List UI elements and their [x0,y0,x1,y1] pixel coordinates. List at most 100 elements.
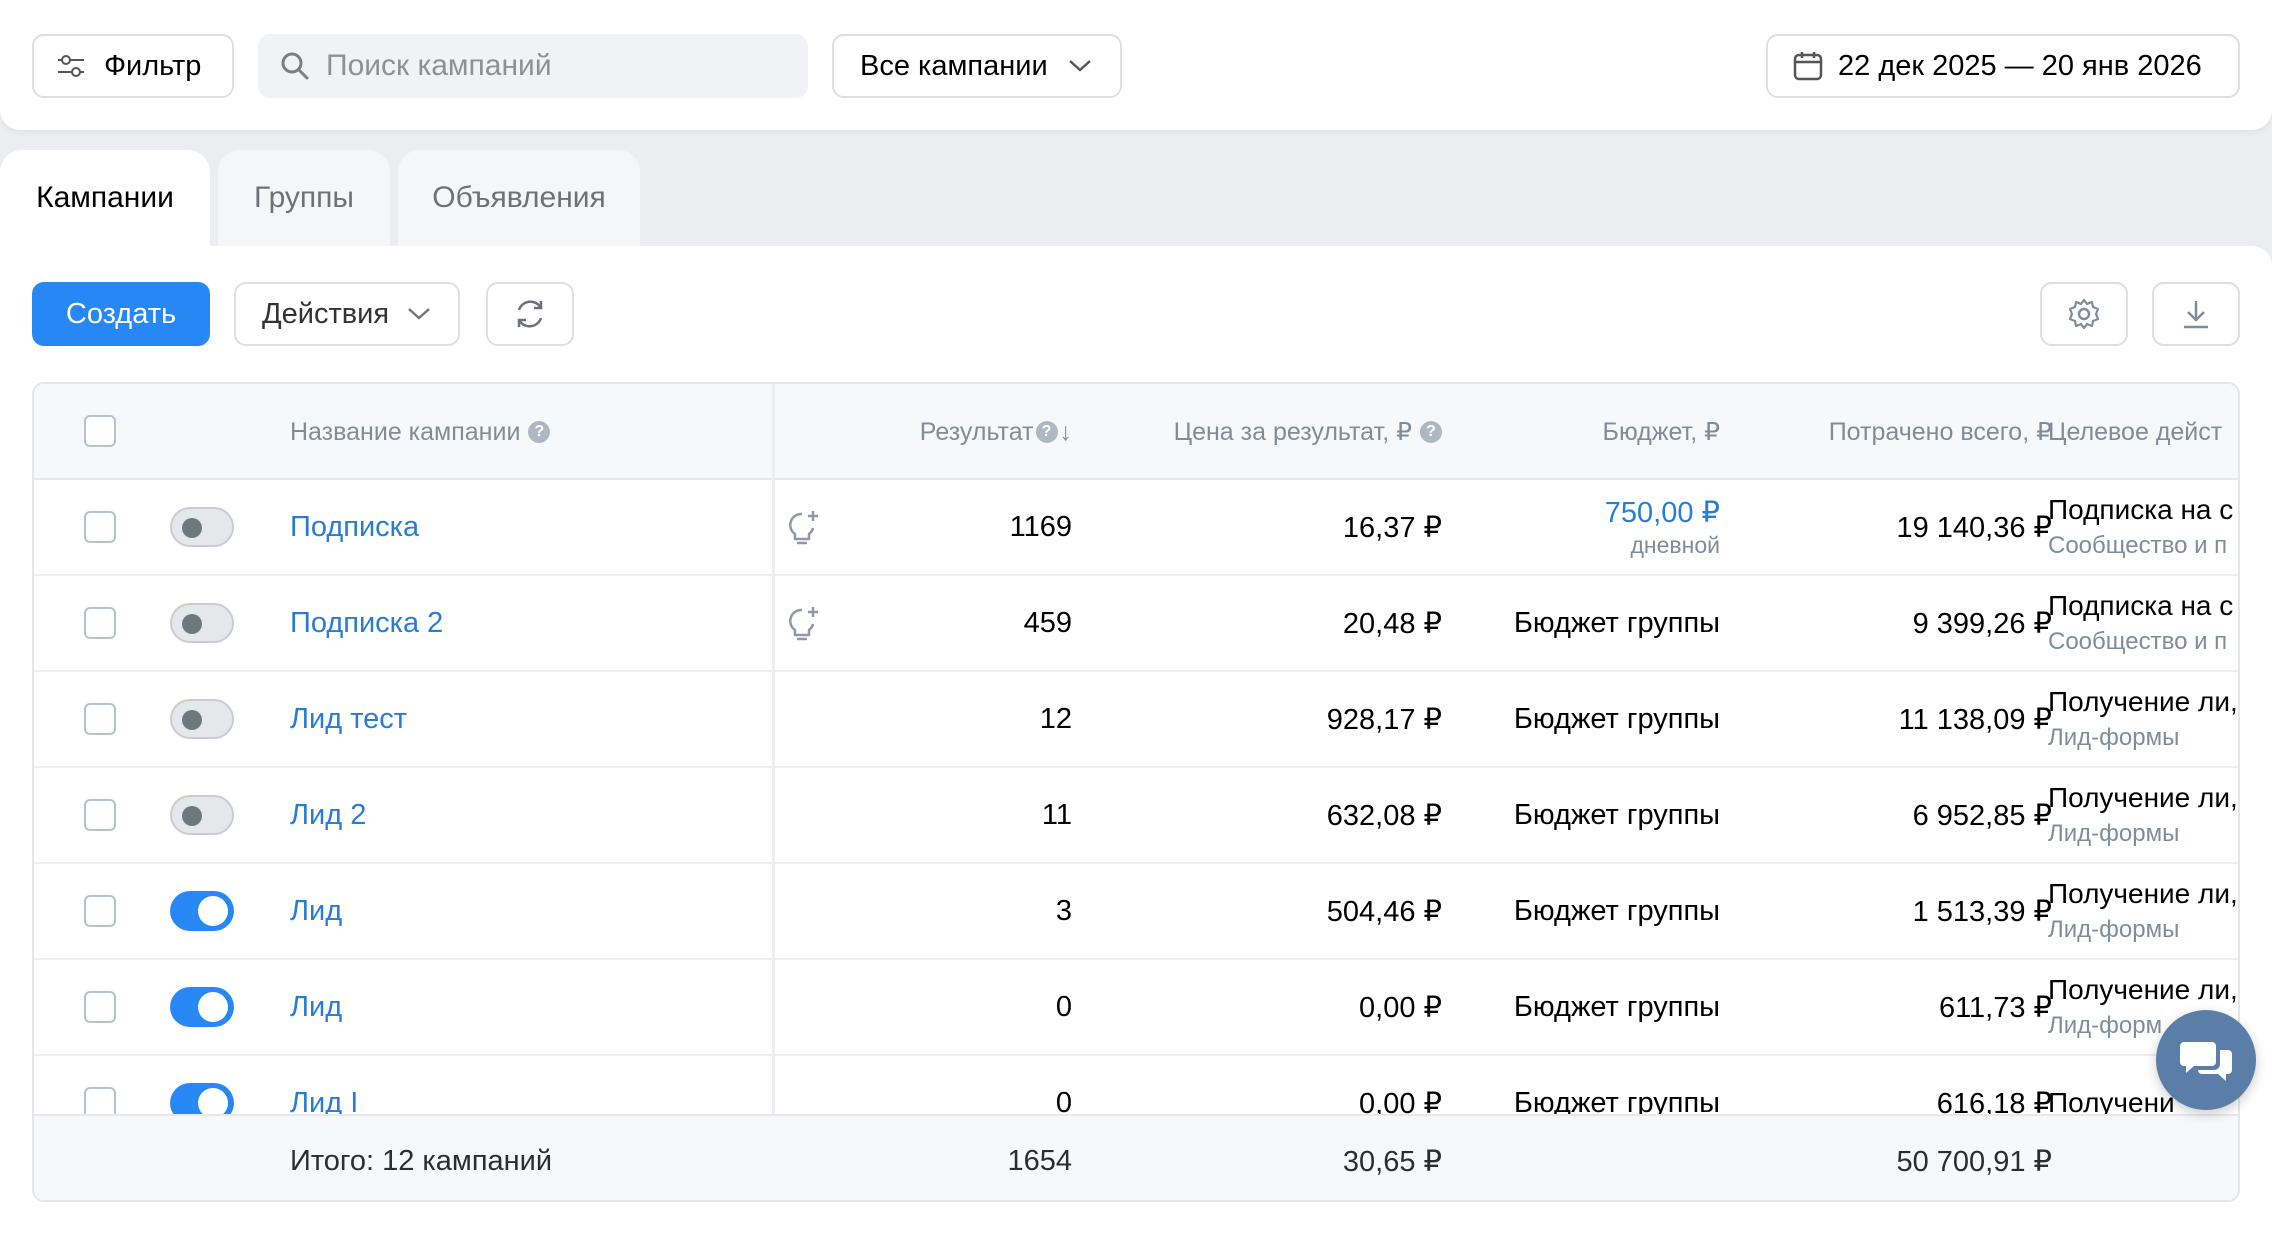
table-row[interactable]: Лид тест 12 928,17 ₽ Бюджет группы 11 138,09… [34,672,2238,768]
result-value: 459 [1023,606,1072,639]
target-action: Подписка на с Сообщество и п [2048,494,2234,559]
spent-value: 1 513,39 ₽ [1912,895,2052,928]
campaign-name-link[interactable]: Подписка [290,480,419,574]
result-value: 12 [1039,702,1072,735]
settings-button[interactable] [2040,282,2128,346]
campaign-name-link[interactable]: Лид [290,960,342,1054]
spent-value: 611,73 ₽ [1938,991,2052,1024]
chevron-down-icon [1068,60,1091,72]
header-budget[interactable]: Бюджет, ₽ [1454,384,1720,480]
campaign-name-link[interactable]: Лид тест [290,672,407,766]
cost-value: 504,46 ₽ [1326,895,1442,928]
spent-value: 9 399,26 ₽ [1912,607,2052,640]
result-value: 11 [1041,798,1072,831]
spent-value: 11 138,09 ₽ [1898,703,2052,736]
table-footer: Итого: 12 кампаний 1654 30,65 ₽ 50 700,9… [34,1114,2238,1200]
campaign-select[interactable]: Все кампании [832,34,1122,98]
campaign-toggle[interactable] [170,987,234,1027]
target-action: Получение ли, Лид-формы [2048,782,2238,847]
help-icon[interactable]: ? [1420,421,1442,443]
help-icon[interactable]: ? [1035,421,1058,443]
date-range-value: 22 дек 2025 — 20 янв 2026 [1838,49,2202,82]
tab-groups[interactable]: Группы [218,150,390,246]
download-icon [2184,301,2208,329]
total-spent: 50 700,91 ₽ [1896,1145,2052,1178]
select-all-checkbox[interactable] [84,415,116,447]
campaign-select-value: Все кампании [860,49,1048,82]
table-row[interactable]: Подписка 2 459 20,48 ₽ Бюджет группы 9 399,2… [34,576,2238,672]
budget-value: Бюджет группы [1513,606,1720,639]
row-checkbox[interactable] [84,703,116,735]
sort-down-arrow-icon: ↓ [1059,417,1073,446]
target-action: Получение ли, Лид-формы [2048,878,2238,943]
header-target-action[interactable]: Целевое дейст [2048,384,2238,480]
campaign-name-link[interactable]: Подписка 2 [290,576,443,670]
filter-button[interactable]: Фильтр [32,34,234,98]
table-row[interactable]: Лид 2 11 632,08 ₽ Бюджет группы 6 952,85 ₽ По… [34,768,2238,864]
target-action: Получение ли, Лид-формы [2048,686,2238,751]
tab-campaigns[interactable]: Кампании [0,150,210,246]
campaign-toggle[interactable] [170,507,234,547]
campaign-toggle[interactable] [170,795,234,835]
total-result: 1654 [1007,1144,1072,1177]
header-spent[interactable]: Потрачено всего, ₽ [1734,384,2052,480]
row-checkbox[interactable] [84,991,116,1023]
calendar-icon [1793,52,1823,81]
refresh-icon [517,300,543,328]
chevron-down-icon [408,308,430,320]
chat-bubbles-icon [2180,1042,2232,1081]
row-checkbox[interactable] [84,799,116,831]
tab-ads[interactable]: Объявления [398,150,640,246]
date-range-picker[interactable]: 22 дек 2025 — 20 янв 2026 [1766,34,2240,98]
result-value: 1169 [1009,510,1072,543]
budget-value: Бюджет группы [1513,990,1720,1023]
campaign-toggle[interactable] [170,699,234,739]
campaign-toggle[interactable] [170,891,234,931]
campaign-name-link[interactable]: Лид 2 [290,768,366,862]
gear-icon [2068,298,2100,330]
total-cost: 30,65 ₽ [1342,1145,1442,1178]
search-icon [281,52,309,80]
create-button[interactable]: Создать [32,282,210,346]
chat-button[interactable] [2156,1010,2256,1110]
target-action: Подписка на с Сообщество и п [2048,590,2234,655]
top-bar: Фильтр Все кампании 22 дек 2025 — 20 янв… [0,0,2272,130]
table-row[interactable]: Подписка 1169 16,37 ₽ 750,00 ₽ дневной 19 140… [34,480,2238,576]
search-input[interactable] [326,49,786,83]
header-campaign-name[interactable]: Название кампании ? [290,384,551,480]
actions-label: Действия [262,297,390,330]
cost-value: 16,37 ₽ [1342,511,1442,544]
result-value: 3 [1055,894,1072,927]
actions-dropdown[interactable]: Действия [234,282,460,346]
spent-value: 19 140,36 ₽ [1896,511,2052,544]
budget-value: Бюджет группы [1513,798,1720,831]
spent-value: 6 952,85 ₽ [1912,799,2052,832]
cost-value: 928,17 ₽ [1326,703,1442,736]
search-box[interactable] [258,34,808,98]
campaigns-table: Название кампании ? Результат ? ↓ Цена з… [32,382,2240,1202]
result-value: 0 [1055,990,1072,1023]
help-icon[interactable]: ? [528,421,551,443]
budget-value: Бюджет группы [1513,702,1720,735]
filter-label: Фильтр [104,49,202,82]
table-header: Название кампании ? Результат ? ↓ Цена з… [34,384,2238,480]
row-checkbox[interactable] [84,895,116,927]
campaigns-panel: Создать Действия Название кампании ? Рез… [0,246,2272,1236]
row-checkbox[interactable] [84,511,116,543]
download-button[interactable] [2152,282,2240,346]
budget-value: Бюджет группы [1513,894,1720,927]
budget-value[interactable]: 750,00 ₽ дневной [1454,480,1720,574]
refresh-button[interactable] [486,282,574,346]
cost-value: 632,08 ₽ [1326,799,1442,832]
row-checkbox[interactable] [84,607,116,639]
table-row[interactable]: Лид 0 0,00 ₽ Бюджет группы 611,73 ₽ Получение… [34,960,2238,1056]
cost-value: 20,48 ₽ [1342,607,1442,640]
cost-value: 0,00 ₽ [1359,991,1442,1024]
table-row[interactable]: Лид 3 504,46 ₽ Бюджет группы 1 513,39 ₽ Получ… [34,864,2238,960]
header-cost-per-result[interactable]: Цена за результат, ₽ ? [1094,384,1442,480]
campaign-name-link[interactable]: Лид [290,864,342,958]
header-result[interactable]: Результат ? ↓ [794,384,1072,480]
campaign-toggle[interactable] [170,603,234,643]
filter-sliders-icon [58,55,84,77]
total-label: Итого: 12 кампаний [290,1144,553,1177]
